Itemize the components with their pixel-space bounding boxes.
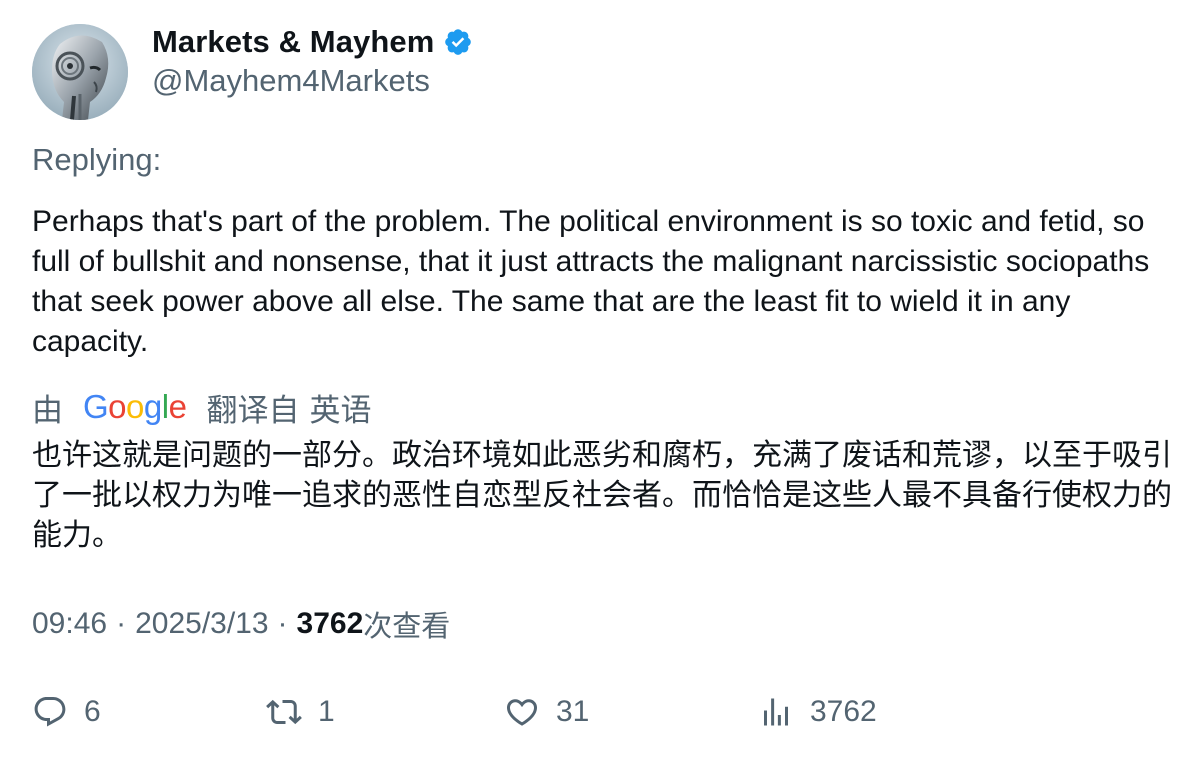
like-count: 31 [556,695,590,728]
views-button[interactable]: 3762 [758,690,877,734]
meta-separator: · [277,607,288,640]
google-logo-icon[interactable]: Google [83,388,187,426]
robot-head-icon [32,24,128,120]
reply-bubble-icon [32,694,68,730]
tweet-date[interactable]: 2025/3/13 [135,607,268,641]
heart-icon [504,694,540,730]
translation-suffix: 翻译自 [206,392,300,429]
translation-source-language: 英语 [309,392,372,429]
meta-separator: · [116,607,127,640]
reply-button[interactable]: 6 [32,690,101,734]
author-display-name[interactable]: Markets & Mayhem [152,24,434,60]
views-label: 次查看 [363,609,451,643]
action-bar: 6 1 31 3762 [32,690,1172,734]
tweet-time[interactable]: 09:46 [32,607,107,641]
translation-attribution: 由 Google 翻译自 英语 [32,387,372,429]
bar-chart-icon [758,694,794,730]
author-name-row: Markets & Mayhem [152,22,473,62]
tweet-meta: 09:46 · 2025/3/13 · 3762 次查看 [32,604,450,644]
translation-prefix: 由 [32,392,63,429]
retweet-count: 1 [318,695,335,728]
like-button[interactable]: 31 [504,690,589,734]
retweet-icon [266,694,302,730]
views-count: 3762 [296,607,364,640]
views-action-count: 3762 [810,695,877,728]
avatar[interactable] [32,24,128,120]
tweet-text: Perhaps that's part of the problem. The … [32,205,1150,358]
author-handle[interactable]: @Mayhem4Markets [152,63,430,99]
reply-count: 6 [84,695,101,728]
replying-label: Replying: [32,142,162,177]
retweet-button[interactable]: 1 [266,690,335,734]
verified-badge-icon[interactable] [443,27,473,57]
translated-text: 也许这就是问题的一部分。政治环境如此恶劣和腐朽，充满了废话和荒谬，以至于吸引了一… [32,438,1172,553]
